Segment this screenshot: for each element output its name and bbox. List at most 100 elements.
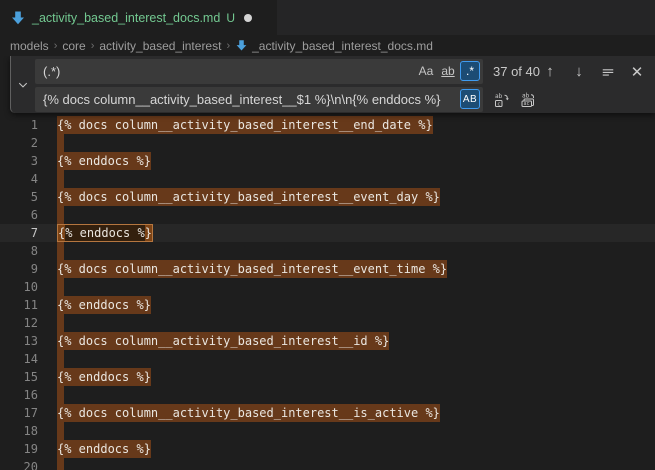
line-text[interactable]: {% docs column__activity_based_interest_… — [38, 260, 447, 278]
line-number[interactable]: 14 — [0, 350, 38, 368]
code-line[interactable]: 9{% docs column__activity_based_interest… — [0, 260, 655, 278]
line-text[interactable] — [38, 314, 64, 332]
find-in-selection-button[interactable] — [598, 62, 618, 82]
empty-line-match-highlight — [57, 134, 64, 152]
line-text[interactable]: {% docs column__activity_based_interest_… — [38, 116, 433, 134]
whole-word-button[interactable]: ab — [438, 61, 458, 81]
line-text[interactable]: {% docs column__activity_based_interest_… — [38, 404, 440, 422]
replace-input[interactable] — [35, 87, 483, 112]
line-number[interactable]: 5 — [0, 188, 38, 206]
svg-text:ab: ab — [522, 92, 530, 99]
preserve-case-button[interactable]: AB — [460, 89, 480, 109]
code-line[interactable]: 17{% docs column__activity_based_interes… — [0, 404, 655, 422]
line-number[interactable]: 16 — [0, 386, 38, 404]
line-text[interactable] — [38, 170, 64, 188]
find-nav-buttons: ↑ ↓ ✕ — [540, 62, 647, 82]
vscode-window: _activity_based_interest_docs.md U model… — [0, 0, 655, 470]
code-line[interactable]: 11 {% enddocs %} — [0, 296, 655, 314]
find-input-wrap: Aa ab .* — [35, 59, 483, 84]
find-match-highlight: {% docs column__activity_based_interest_… — [57, 188, 440, 206]
replace-all-button[interactable]: ab ac — [518, 90, 538, 110]
previous-match-button[interactable]: ↑ — [540, 62, 560, 82]
find-in-selection-icon — [601, 65, 615, 79]
empty-line-match-highlight — [57, 242, 64, 260]
code-line[interactable]: 16 — [0, 386, 655, 404]
editor-pane[interactable]: Aa ab .* 37 of 40 ↑ ↓ — [0, 56, 655, 470]
line-text[interactable]: {% enddocs %} — [38, 224, 153, 242]
code-line[interactable]: 13{% docs column__activity_based_interes… — [0, 332, 655, 350]
code-line[interactable]: 15{% enddocs %} — [0, 368, 655, 386]
toggle-replace-button[interactable] — [11, 56, 35, 113]
line-number[interactable]: 6 — [0, 206, 38, 224]
git-status-badge: U — [226, 11, 235, 25]
tab-title: _activity_based_interest_docs.md — [32, 11, 220, 25]
code-line[interactable]: 2 — [0, 134, 655, 152]
breadcrumb-item-activity-based-interest[interactable]: activity_based_interest — [99, 39, 221, 53]
next-match-button[interactable]: ↓ — [569, 62, 589, 82]
code-line[interactable]: 3{% enddocs %} — [0, 152, 655, 170]
line-number[interactable]: 20 — [0, 458, 38, 470]
line-number[interactable]: 18 — [0, 422, 38, 440]
breadcrumb-item-models[interactable]: models — [10, 39, 49, 53]
line-text[interactable]: {% docs column__activity_based_interest_… — [38, 332, 389, 350]
replace-row: AB ab c — [35, 87, 655, 112]
empty-line-match-highlight — [57, 422, 64, 440]
line-number[interactable]: 15 — [0, 368, 38, 386]
tab-active-file[interactable]: _activity_based_interest_docs.md U — [0, 0, 278, 35]
line-text[interactable] — [38, 458, 64, 470]
line-number[interactable]: 10 — [0, 278, 38, 296]
svg-text:ab: ab — [495, 93, 503, 100]
code-line[interactable]: 8 — [0, 242, 655, 260]
code-line[interactable]: 12 — [0, 314, 655, 332]
code-line[interactable]: 20 — [0, 458, 655, 470]
code-line[interactable]: 6 — [0, 206, 655, 224]
code-line[interactable]: 10 — [0, 278, 655, 296]
line-text[interactable]: {% enddocs %} — [38, 368, 151, 386]
code-line[interactable]: 19{% enddocs %} — [0, 440, 655, 458]
markdown-file-icon — [10, 10, 26, 26]
find-match-highlight: {% enddocs %} — [57, 296, 151, 314]
code-line[interactable]: 18 — [0, 422, 655, 440]
breadcrumb: models › core › activity_based_interest … — [0, 35, 655, 56]
line-number[interactable]: 8 — [0, 242, 38, 260]
line-text[interactable]: {% enddocs %} — [38, 296, 151, 314]
line-number[interactable]: 2 — [0, 134, 38, 152]
line-number[interactable]: 19 — [0, 440, 38, 458]
line-number[interactable]: 1 — [0, 116, 38, 134]
line-number[interactable]: 3 — [0, 152, 38, 170]
modified-dot-icon[interactable] — [244, 14, 252, 22]
current-find-match: {% enddocs %} — [57, 224, 153, 242]
replace-input-wrap: AB — [35, 87, 483, 112]
line-text[interactable] — [38, 134, 64, 152]
line-number[interactable]: 17 — [0, 404, 38, 422]
line-text[interactable] — [38, 206, 64, 224]
line-text[interactable]: {% docs column__activity_based_interest_… — [38, 188, 440, 206]
line-text[interactable]: {% enddocs %} — [38, 440, 151, 458]
breadcrumb-item-core[interactable]: core — [62, 39, 85, 53]
regex-button[interactable]: .* — [460, 61, 480, 81]
line-text[interactable] — [38, 278, 64, 296]
line-number[interactable]: 9 — [0, 260, 38, 278]
line-text[interactable]: {% enddocs %} — [38, 152, 151, 170]
code-line[interactable]: 14 — [0, 350, 655, 368]
match-case-button[interactable]: Aa — [416, 61, 436, 81]
line-text[interactable] — [38, 386, 64, 404]
line-number[interactable]: 4 — [0, 170, 38, 188]
line-number[interactable]: 12 — [0, 314, 38, 332]
line-text[interactable] — [38, 422, 64, 440]
breadcrumb-file-label: _activity_based_interest_docs.md — [252, 39, 433, 53]
line-text[interactable] — [38, 350, 64, 368]
breadcrumb-item-file[interactable]: _activity_based_interest_docs.md — [235, 39, 433, 53]
code-line[interactable]: 5 {% docs column__activity_based_interest… — [0, 188, 655, 206]
line-number[interactable]: 13 — [0, 332, 38, 350]
match-count: 37 of 40 — [493, 64, 540, 79]
replace-button[interactable]: ab c — [492, 90, 512, 110]
code-line[interactable]: 4 — [0, 170, 655, 188]
code-line[interactable]: 1{% docs column__activity_based_interest… — [0, 116, 655, 134]
code-line[interactable]: 7 {% enddocs %} — [0, 224, 655, 242]
find-replace-widget: Aa ab .* 37 of 40 ↑ ↓ — [10, 56, 655, 113]
line-number[interactable]: 7 — [0, 224, 38, 242]
close-button[interactable]: ✕ — [627, 62, 647, 82]
line-number[interactable]: 11 — [0, 296, 38, 314]
line-text[interactable] — [38, 242, 64, 260]
